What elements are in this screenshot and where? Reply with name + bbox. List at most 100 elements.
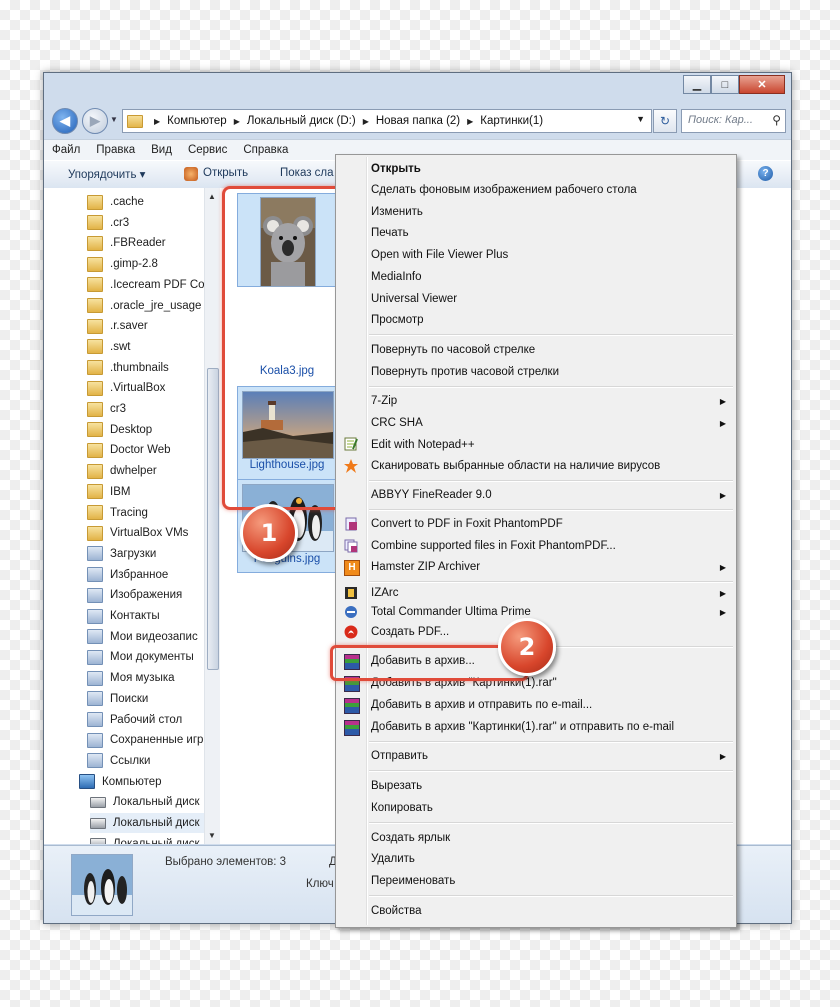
navigation-pane: .cache .cr3 .FBReader .gimp-2.8 .Icecream PD… — [44, 188, 205, 844]
menu-scan-viruses[interactable]: Сканировать выбранные области на наличие… — [371, 456, 660, 476]
nav-item[interactable]: Ссылки — [87, 751, 204, 771]
nav-item[interactable]: dwhelper — [87, 461, 204, 481]
menu-edit-image[interactable]: Изменить — [371, 202, 423, 222]
menu-copy[interactable]: Копировать — [371, 798, 433, 818]
nav-item[interactable]: .VirtualBox — [87, 378, 204, 398]
menu-set-wallpaper[interactable]: Сделать фоновым изображением рабочего ст… — [371, 180, 637, 200]
menu-foxit-convert[interactable]: Convert to PDF in Foxit PhantomPDF — [371, 514, 563, 534]
nav-item[interactable]: Сохраненные игр — [87, 730, 204, 750]
nav-item[interactable]: .cr3 — [87, 213, 204, 233]
menu-rotate-cw[interactable]: Повернуть по часовой стрелке — [371, 340, 535, 360]
nav-item-label: .oracle_jre_usage — [110, 299, 202, 312]
nav-item[interactable]: .Icecream PDF Co — [87, 275, 204, 295]
menu-izarc[interactable]: IZArc — [371, 583, 398, 603]
nav-item[interactable]: Tracing — [87, 503, 204, 523]
breadcrumb-new-folder[interactable]: Новая папка (2) — [376, 115, 460, 127]
menu-file[interactable]: Файл — [52, 144, 80, 156]
menu-rotate-ccw[interactable]: Повернуть против часовой стрелки — [371, 362, 559, 382]
breadcrumb-drive-d[interactable]: Локальный диск (D:) — [247, 115, 356, 127]
drive-icon — [90, 838, 106, 844]
breadcrumb-pictures[interactable]: Картинки(1) — [480, 115, 543, 127]
menu-help[interactable]: Справка — [243, 144, 288, 156]
menu-rename[interactable]: Переименовать — [371, 871, 455, 891]
nav-item[interactable]: Рабочий стол — [87, 710, 204, 730]
nav-item[interactable]: Doctor Web — [87, 440, 204, 460]
help-icon[interactable]: ? — [758, 166, 773, 181]
nav-item[interactable]: Моя музыка — [87, 668, 204, 688]
minimize-button[interactable]: ▁ — [683, 75, 711, 94]
organize-button[interactable]: Упорядочить ▾ — [68, 167, 145, 181]
menu-foxit-combine[interactable]: Combine supported files in Foxit Phantom… — [371, 536, 616, 556]
nav-item[interactable]: VirtualBox VMs — [87, 523, 204, 543]
nav-item-label: Ссылки — [110, 754, 151, 767]
menu-add-archive-email[interactable]: Добавить в архив и отправить по e-mail..… — [371, 695, 592, 715]
menu-view[interactable]: Вид — [151, 144, 172, 156]
search-input[interactable]: Поиск: Кар... ⚲ — [681, 109, 786, 133]
nav-item[interactable]: .oracle_jre_usage — [87, 296, 204, 316]
nav-item[interactable]: Загрузки — [87, 544, 204, 564]
menu-send-to[interactable]: Отправить — [371, 746, 428, 766]
submenu-arrow-icon: ▶ — [719, 419, 726, 428]
maximize-button[interactable]: □ — [711, 75, 739, 94]
nav-item[interactable]: Избранное — [87, 565, 204, 585]
nav-item[interactable]: Поиски — [87, 689, 204, 709]
nav-item-label: .gimp-2.8 — [110, 258, 158, 271]
winrar-icon — [344, 698, 360, 714]
scroll-down-icon[interactable]: ▼ — [208, 831, 216, 840]
menu-tools[interactable]: Сервис — [188, 144, 227, 156]
menu-hamster-zip[interactable]: Hamster ZIP Archiver — [371, 557, 480, 577]
menu-cut[interactable]: Вырезать — [371, 776, 422, 796]
back-button[interactable]: ◀ — [52, 108, 78, 134]
menu-properties[interactable]: Свойства — [371, 901, 422, 921]
nav-item[interactable]: .swt — [87, 337, 204, 357]
menu-delete[interactable]: Удалить — [371, 849, 415, 869]
address-bar[interactable]: ▶ Компьютер ▶ Локальный диск (D:) ▶ Нова… — [122, 109, 652, 133]
menu-crc-sha[interactable]: CRC SHA — [371, 413, 423, 433]
nav-item[interactable]: .gimp-2.8 — [87, 254, 204, 274]
nav-drive[interactable]: Локальный диск — [90, 792, 204, 812]
nav-item[interactable]: .r.saver — [87, 316, 204, 336]
nav-item[interactable]: IBM — [87, 482, 204, 502]
slideshow-button[interactable]: Показ сла — [280, 167, 334, 179]
menu-mediainfo[interactable]: MediaInfo — [371, 267, 422, 287]
recent-pages-dropdown[interactable]: ▼ — [110, 115, 118, 124]
menu-file-viewer-plus[interactable]: Open with File Viewer Plus — [371, 245, 508, 265]
folder-icon — [87, 567, 103, 583]
breadcrumb-computer[interactable]: Компьютер — [167, 115, 227, 127]
menu-add-rar-email[interactable]: Добавить в архив "Картинки(1).rar" и отп… — [371, 717, 674, 737]
menu-create-shortcut[interactable]: Создать ярлык — [371, 828, 450, 848]
menu-preview[interactable]: Просмотр — [371, 310, 424, 330]
search-icon: ⚲ — [772, 113, 781, 127]
menu-total-commander[interactable]: Total Commander Ultima Prime — [371, 602, 531, 622]
nav-drive[interactable]: Локальный диск — [90, 813, 204, 833]
menu-notepad-plus[interactable]: Edit with Notepad++ — [371, 435, 475, 455]
nav-item[interactable]: .cache — [87, 192, 204, 212]
navigation-scrollbar[interactable]: ▲ ▼ — [204, 188, 220, 844]
open-button[interactable]: Открыть — [203, 167, 248, 179]
folder-icon — [87, 505, 103, 520]
nav-drive[interactable]: Локальный диск — [90, 834, 204, 844]
menu-abbyy[interactable]: ABBYY FineReader 9.0 — [371, 485, 492, 505]
forward-button[interactable]: ▶ — [82, 108, 108, 134]
menu-separator — [369, 581, 733, 583]
nav-item[interactable]: cr3 — [87, 399, 204, 419]
nav-item[interactable]: Контакты — [87, 606, 204, 626]
menu-universal-viewer[interactable]: Universal Viewer — [371, 289, 457, 309]
nav-item[interactable]: Desktop — [87, 420, 204, 440]
nav-item[interactable]: .FBReader — [87, 233, 204, 253]
nav-item[interactable]: Мои видеозапис — [87, 627, 204, 647]
scroll-up-icon[interactable]: ▲ — [208, 192, 216, 201]
nav-item[interactable]: Изображения — [87, 585, 204, 605]
menu-print[interactable]: Печать — [371, 223, 409, 243]
menu-create-pdf[interactable]: Создать PDF... — [371, 622, 449, 642]
refresh-button[interactable]: ↻ — [653, 109, 677, 133]
close-button[interactable]: ✕ — [739, 75, 785, 94]
menu-open[interactable]: Открыть — [371, 159, 421, 179]
nav-item[interactable]: .thumbnails — [87, 358, 204, 378]
menu-edit[interactable]: Правка — [96, 144, 135, 156]
nav-computer[interactable]: Компьютер — [79, 772, 204, 792]
scrollbar-thumb[interactable] — [207, 368, 219, 670]
menu-7zip[interactable]: 7-Zip — [371, 391, 397, 411]
address-dropdown-icon[interactable]: ▼ — [636, 114, 645, 124]
nav-item[interactable]: Мои документы — [87, 647, 204, 667]
